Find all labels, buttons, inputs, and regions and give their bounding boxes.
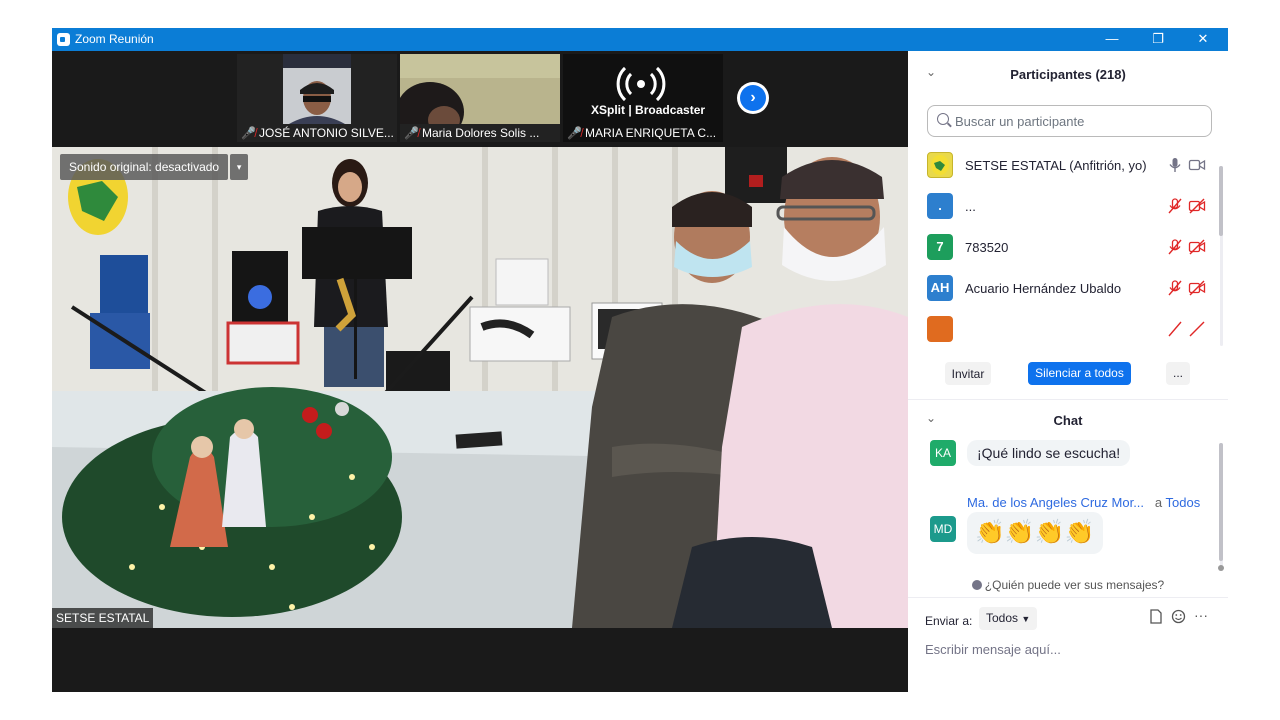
person-icon [971,580,982,590]
restore-button[interactable]: ❐ [1135,28,1181,51]
main-video[interactable]: Sonido original: desactivado ▾ SETSE EST… [52,147,908,628]
participant-row[interactable]: 7 783520 [908,227,1218,268]
video-off-icon [1188,280,1206,296]
meeting-scene-illustration [52,147,908,628]
participant-name: ... [965,199,976,214]
participant-list: SETSE ESTATAL (Anfitrión, yo) . ... 7 78… [908,145,1218,345]
active-speaker-name: SETSE ESTATAL [52,608,154,628]
mic-muted-icon [1168,280,1182,296]
scroll-down-icon[interactable] [1218,565,1224,571]
message-recipient: Todos [1165,495,1201,510]
participant-row[interactable]: . ... [908,186,1218,227]
close-button[interactable]: ✕ [1180,28,1226,51]
video-area: 🎤̸ JOSÉ ANTONIO SILVE... 🎤̸ Maria Dolores … [52,51,908,692]
emoji-icon[interactable] [1171,609,1186,627]
participant-search[interactable] [927,105,1212,137]
participant-avatar: . [927,193,953,219]
mic-muted-icon [1168,198,1182,214]
original-sound-label: Sonido original: desactivado [69,160,220,174]
thumbnail-name: 🎤̸ Maria Dolores Solis ... [404,126,540,140]
chevron-down-icon[interactable]: ▾ [230,154,249,180]
chat-title: Chat [1053,413,1083,428]
host-avatar [927,152,953,178]
participant-search-input[interactable] [955,112,1205,131]
participant-name: 783520 [965,240,1009,255]
scrollbar-thumb[interactable] [1219,166,1223,236]
participant-status-icons [1166,238,1206,256]
more-options-button[interactable]: ... [1166,362,1190,385]
mic-muted-icon: 🎤̸ [241,126,256,140]
participant-row[interactable]: SETSE ESTATAL (Anfitrión, yo) [908,145,1218,186]
who-can-see-messages[interactable]: ¿Quién puede ver sus mensajes? [908,578,1228,592]
mic-muted-icon [1168,239,1182,255]
invite-button[interactable]: Invitar [945,362,991,385]
next-page-button[interactable]: › [737,82,769,114]
participant-status-icons [1166,197,1206,215]
chevron-down-icon: ▼ [1021,614,1031,624]
video-camera-icon [1188,159,1206,171]
participant-row[interactable] [908,309,1218,345]
chat-scrollbar[interactable] [1218,443,1224,571]
minimize-button[interactable]: — [1089,28,1135,51]
participant-avatar: AH [927,275,953,301]
send-to-select[interactable]: Todos ▼ [979,607,1038,630]
video-off-icon [1189,321,1205,337]
participant-avatar [927,316,953,342]
participant-status-icons [1166,320,1206,338]
message-avatar: MD [930,516,956,542]
participants-header: ⌄ Participantes (218) [908,53,1228,93]
zoom-app-icon [57,33,70,46]
zoom-window: Zoom Reunión — ❐ ✕ 🎤̸ JOSÉ ANTONIO SILVE.… [52,28,1228,692]
mic-muted-icon: 🎤̸ [567,126,582,140]
chat-messages: KA ¡Qué lindo se escucha! Ma. de los Ang… [908,440,1218,572]
organization-logo-icon [931,155,949,175]
chevron-right-icon: › [740,85,766,111]
thumbnail-name: 🎤̸ JOSÉ ANTONIO SILVE... [241,126,394,140]
message-avatar: KA [930,440,956,466]
video-off-icon [1188,198,1206,214]
send-to-value: Todos [986,611,1019,625]
participant-thumbnail[interactable]: 🎤̸ Maria Dolores Solis ... [400,54,560,142]
scrollbar-thumb[interactable] [1219,443,1223,561]
participant-list-scrollbar[interactable] [1218,166,1224,346]
search-icon [937,113,949,125]
compose-divider [908,597,1228,598]
participant-thumbnail[interactable]: 🎤̸ JOSÉ ANTONIO SILVE... [237,54,397,142]
xsplit-logo-text: XSplit | Broadcaster [591,103,705,117]
participant-status-icons [1166,156,1206,174]
participant-status-icons [1166,279,1206,297]
participants-title: Participantes (218) [1010,67,1126,82]
participant-row[interactable]: AH Acuario Hernández Ubaldo [908,268,1218,309]
send-to-label: Enviar a: [925,614,973,628]
file-icon[interactable] [1149,609,1163,627]
video-off-icon [1188,239,1206,255]
thumbnail-name: 🎤̸ MARIA ENRIQUETA C... [567,126,717,140]
thumbnail-strip: 🎤̸ JOSÉ ANTONIO SILVE... 🎤̸ Maria Dolores … [52,51,908,147]
chat-message-input[interactable] [925,642,1215,657]
original-sound-toggle[interactable]: Sonido original: desactivado ▾ [60,154,249,180]
participant-name: Acuario Hernández Ubaldo [965,281,1122,296]
mic-icon [1169,158,1181,172]
participant-avatar: 7 [927,234,953,260]
participant-thumbnail[interactable]: XSplit | Broadcaster 🎤̸ MARIA ENRIQUETA C… [563,54,723,142]
chat-header: ⌄ Chat [908,399,1228,439]
side-panel: ⌄ Participantes (218) SETSE ESTATAL (Anf… [908,51,1228,692]
mic-muted-icon [1168,321,1182,337]
mic-muted-icon: 🎤̸ [404,126,419,140]
mute-all-button[interactable]: Silenciar a todos [1028,362,1131,385]
title-bar: Zoom Reunión — ❐ ✕ [52,28,1228,51]
more-icon[interactable]: ··· [1194,607,1208,623]
chat-message: 👏👏👏👏 [967,512,1103,554]
message-sender: Ma. de los Angeles Cruz Mor... a Todos [967,495,1201,510]
window-title: Zoom Reunión [75,32,154,46]
participant-name: SETSE ESTATAL (Anfitrión, yo) [965,158,1147,173]
chat-message: ¡Qué lindo se escucha! [967,440,1131,466]
